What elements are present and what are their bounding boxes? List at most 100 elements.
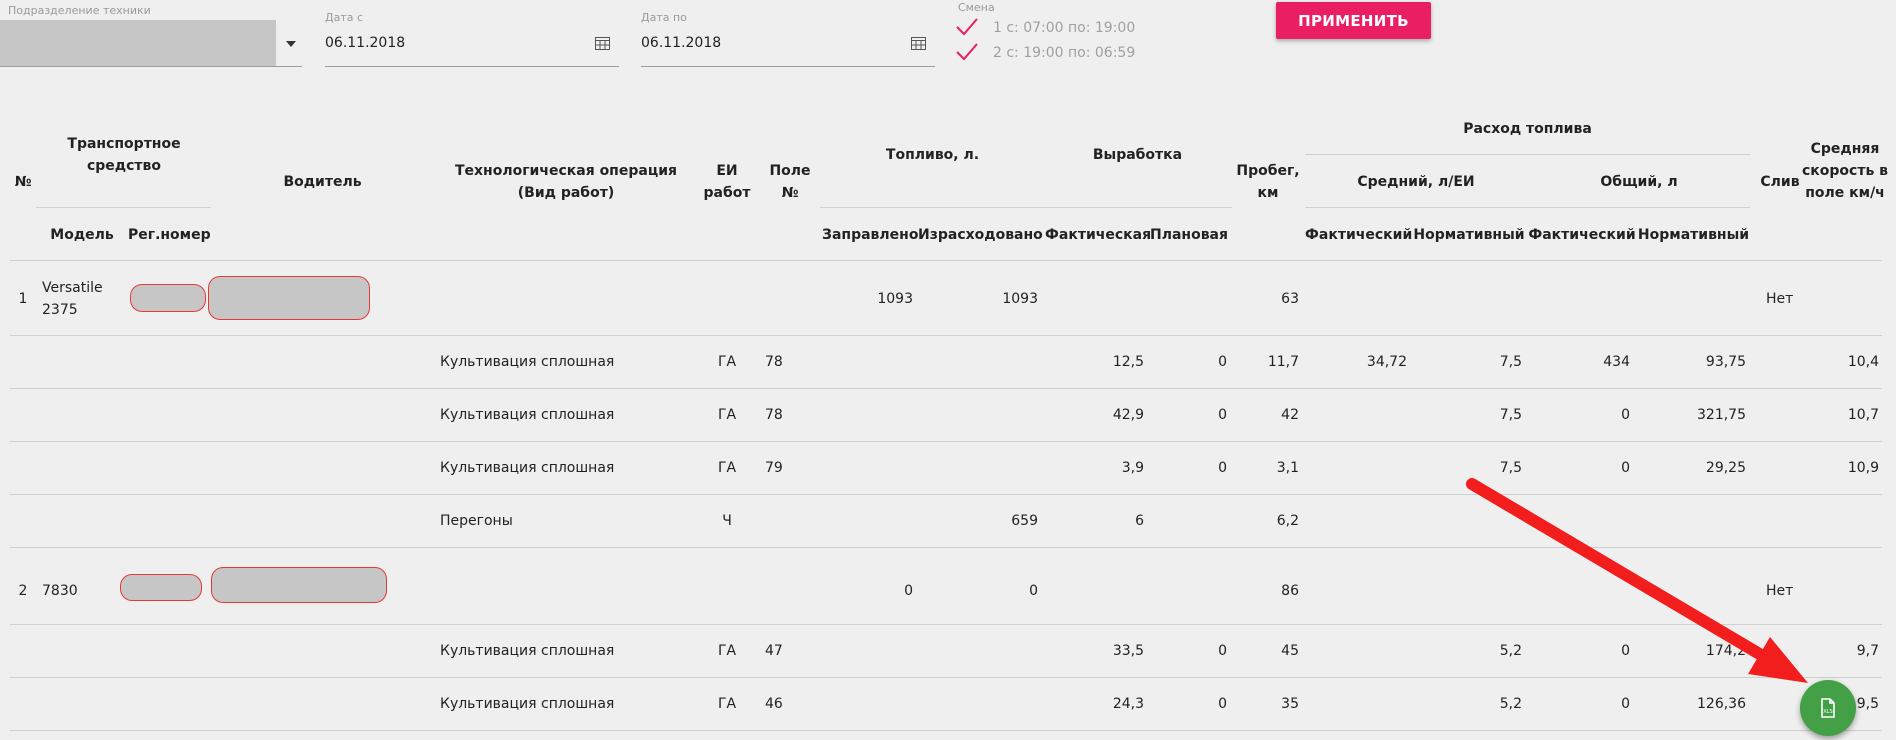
cell-op: Культивация сплошная [440, 406, 615, 423]
cell-avg-norm: 5,2 [1499, 642, 1522, 659]
cell-spent: 1093 [1002, 290, 1038, 307]
row-divider [10, 388, 1882, 389]
col-fuel-header: Топливо, л. [885, 147, 980, 163]
date-from-input[interactable]: 06.11.2018 [325, 35, 405, 51]
cell-mileage: 42 [1281, 406, 1299, 423]
consumption-group-line [1305, 154, 1750, 155]
col-out-actual-header: Фактическая [1045, 227, 1152, 243]
col-filled-header: Заправлено [822, 227, 919, 243]
cell-out-plan: 0 [1218, 459, 1227, 476]
cell-op: Перегоны [440, 512, 513, 529]
shift-label: Смена [958, 1, 995, 14]
cell-tot-fact: 0 [1621, 642, 1630, 659]
cell-tot-norm: 126,36 [1697, 695, 1746, 712]
cell-op: Культивация сплошная [440, 353, 615, 370]
cell-unit: ГА [717, 642, 737, 659]
col-output-header: Выработка [1092, 147, 1183, 163]
consumption-sub-line [1305, 207, 1750, 208]
redacted-driver [211, 567, 387, 603]
cell-tot-norm: 93,75 [1705, 353, 1746, 370]
cell-avg-norm: 7,5 [1499, 406, 1522, 423]
cell-out-fact: 33,5 [1112, 642, 1144, 659]
col-vehicle-header: Транспортное средство [67, 136, 181, 174]
cell-num: 1 [18, 290, 28, 307]
redacted-reg-number [130, 284, 206, 312]
cell-out-plan: 0 [1218, 642, 1227, 659]
col-driver-header: Водитель [283, 174, 362, 190]
row-divider [10, 624, 1882, 625]
cell-mileage: 45 [1281, 642, 1299, 659]
checkmark-icon[interactable] [956, 43, 978, 61]
col-consumption-header: Расход топлива [1463, 121, 1592, 137]
redacted-driver [208, 276, 370, 320]
calendar-icon[interactable] [911, 37, 926, 50]
col-reg-header: Рег.номер [128, 227, 211, 243]
cell-mileage: 63 [1281, 290, 1299, 307]
cell-spent: 659 [1011, 512, 1038, 529]
date-to-input[interactable]: 06.11.2018 [641, 35, 721, 51]
col-operation-header: Технологическая операция (Вид работ) [454, 163, 677, 201]
date-from-label: Дата с [325, 11, 364, 24]
cell-op: Культивация сплошная [440, 459, 615, 476]
cell-tot-fact: 0 [1621, 695, 1630, 712]
chevron-down-icon[interactable] [286, 41, 296, 47]
col-field-header: Поле № [769, 163, 811, 201]
col-unit-header: ЕИ работ [703, 163, 751, 201]
cell-out-fact: 6 [1135, 512, 1144, 529]
col-out-plan-header: Плановая [1149, 227, 1228, 243]
fuel-output-group-line [820, 207, 1232, 208]
cell-tot-norm: 29,25 [1705, 459, 1746, 476]
cell-field: 78 [765, 353, 783, 370]
col-total-header: Общий, л [1600, 174, 1678, 190]
svg-text:XLS: XLS [1823, 709, 1832, 715]
cell-mileage: 3,1 [1276, 459, 1299, 476]
cell-avg-fact: 34,72 [1366, 353, 1407, 370]
checkmark-icon[interactable] [956, 18, 978, 36]
cell-avg-norm: 7,5 [1499, 459, 1522, 476]
date-from-underline [325, 66, 619, 67]
cell-out-plan: 0 [1218, 353, 1227, 370]
cell-tot-fact: 434 [1603, 353, 1630, 370]
col-tot-fact-header: Фактический [1528, 227, 1636, 243]
cell-num: 2 [18, 582, 28, 599]
vehicle-group-line [36, 207, 211, 208]
shift-2-option[interactable]: 2 с: 19:00 по: 06:59 [993, 45, 1135, 61]
cell-avg-norm: 7,5 [1499, 353, 1522, 370]
cell-tot-norm: 321,75 [1697, 406, 1746, 423]
cell-speed: 10,4 [1847, 353, 1879, 370]
shift-1-option[interactable]: 1 с: 07:00 по: 19:00 [993, 20, 1135, 36]
row-divider [10, 547, 1882, 548]
cell-out-fact: 24,3 [1112, 695, 1144, 712]
cell-unit: Ч [722, 512, 732, 529]
cell-mileage: 35 [1281, 695, 1299, 712]
cell-tot-fact: 0 [1621, 406, 1630, 423]
cell-mileage: 6,2 [1276, 512, 1299, 529]
cell-model: 7830 [42, 582, 78, 599]
cell-mileage: 11,7 [1267, 353, 1299, 370]
apply-button[interactable]: ПРИМЕНИТЬ [1276, 2, 1431, 39]
cell-op: Культивация сплошная [440, 695, 615, 712]
row-divider [10, 494, 1882, 495]
col-num-header: № [14, 174, 32, 190]
department-label: Подразделение техники [8, 4, 151, 17]
col-avg-fact-header: Фактический [1305, 227, 1413, 243]
xls-export-icon: XLS [1821, 698, 1835, 718]
cell-field: 79 [765, 459, 783, 476]
col-model-header: Модель [50, 227, 114, 243]
row-divider [10, 441, 1882, 442]
cell-speed: 9,7 [1856, 642, 1879, 659]
row-divider [10, 677, 1882, 678]
cell-tot-fact: 0 [1621, 459, 1630, 476]
department-select[interactable] [0, 20, 276, 67]
cell-drain: Нет [1766, 290, 1794, 307]
cell-speed: 10,7 [1847, 406, 1879, 423]
cell-field: 78 [765, 406, 783, 423]
cell-tot-norm: 174,2 [1705, 642, 1746, 659]
col-avg-header: Средний, л/ЕИ [1357, 174, 1475, 190]
cell-spent: 0 [1029, 582, 1038, 599]
cell-unit: ГА [717, 459, 737, 476]
cell-mileage: 86 [1281, 582, 1299, 599]
col-mileage-header: Пробег, км [1236, 163, 1300, 201]
export-xls-button[interactable]: XLS [1800, 680, 1856, 736]
calendar-icon[interactable] [595, 37, 610, 50]
